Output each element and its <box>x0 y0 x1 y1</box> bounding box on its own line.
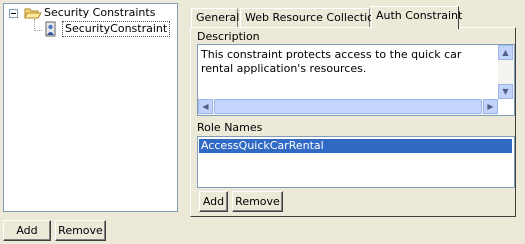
tree-node-security-constraints[interactable]: Security Constraints <box>4 5 174 21</box>
remove-constraint-button[interactable]: Remove <box>55 220 106 241</box>
description-horizontal-scrollbar[interactable]: ◀ ▶ <box>198 99 498 115</box>
tab-general[interactable]: General <box>191 8 239 28</box>
add-constraint-button[interactable]: Add <box>3 220 51 241</box>
scroll-right-icon[interactable]: ▶ <box>483 99 498 114</box>
scroll-left-icon[interactable]: ◀ <box>198 99 213 114</box>
scroll-thumb[interactable] <box>214 99 482 114</box>
tab-auth-constraint[interactable]: Auth Constraint <box>371 6 462 29</box>
security-constraints-tree[interactable]: Security Constraints SecurityConstraint <box>3 3 178 212</box>
role-list-item[interactable]: AccessQuickCarRental <box>199 139 512 153</box>
add-role-button[interactable]: Add <box>199 191 228 212</box>
scroll-down-icon[interactable]: ▼ <box>498 84 513 99</box>
remove-role-button[interactable]: Remove <box>232 191 283 212</box>
role-names-list[interactable]: AccessQuickCarRental <box>197 136 515 188</box>
description-label: Description <box>197 30 260 43</box>
folder-open-icon <box>24 8 42 19</box>
tab-web-resource-collection[interactable]: Web Resource Collection <box>240 8 381 28</box>
description-vertical-scrollbar[interactable]: ▲ ▼ <box>498 45 514 99</box>
role-names-label: Role Names <box>197 121 263 134</box>
tree-node-label: Security Constraints <box>44 6 156 19</box>
description-textarea[interactable]: This constraint protects access to the q… <box>197 44 515 116</box>
security-constraint-icon <box>45 21 56 37</box>
tree-node-label: SecurityConstraint <box>62 21 171 37</box>
description-text: This constraint protects access to the q… <box>201 48 462 75</box>
collapse-icon[interactable] <box>9 9 18 18</box>
scroll-up-icon[interactable]: ▲ <box>498 45 513 60</box>
tree-node-security-constraint[interactable]: SecurityConstraint <box>42 21 171 37</box>
tree-connector <box>34 30 42 31</box>
